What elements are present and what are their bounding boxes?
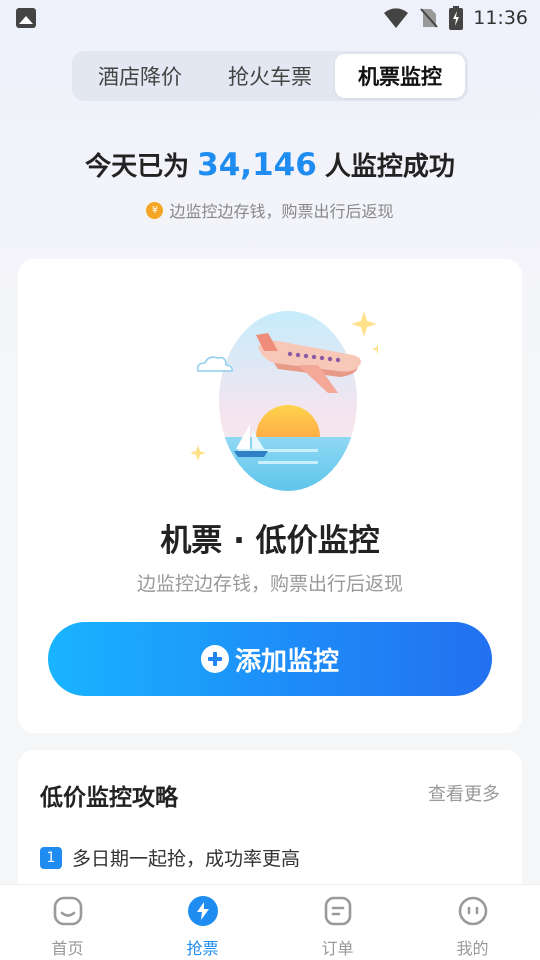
- tab-flight-monitor[interactable]: 机票监控: [335, 54, 465, 98]
- nav-orders[interactable]: 订单: [270, 885, 405, 960]
- bottom-nav: 首页 抢票 订单 我的: [0, 884, 540, 960]
- nav-grab-tickets[interactable]: 抢票: [135, 885, 270, 960]
- coin-icon: ¥: [146, 201, 164, 219]
- guide-title: 低价监控攻略: [40, 785, 178, 811]
- nav-grab-tickets-label: 抢票: [186, 939, 219, 958]
- battery-charging-icon: [449, 6, 464, 30]
- status-bar: 11:36: [0, 0, 540, 36]
- status-time: 11:36: [473, 7, 528, 29]
- nav-orders-label: 订单: [321, 939, 354, 958]
- guide-item: 1 多日期一起抢，成功率更高: [40, 844, 300, 871]
- lightning-icon: [187, 896, 218, 926]
- order-icon: [324, 896, 351, 926]
- wifi-icon: [384, 8, 409, 28]
- home-face-icon: [53, 896, 82, 926]
- nav-home-label: 首页: [51, 939, 84, 958]
- sparkle-icon: [190, 445, 206, 461]
- flight-monitor-card: 机票 · 低价监控 边监控边存钱，购票出行后返现 添加监控: [18, 259, 522, 733]
- success-count: 34,146: [197, 147, 317, 183]
- headline-suffix: 人监控成功: [324, 152, 455, 182]
- card-subtitle: 边监控边存钱，购票出行后返现: [136, 573, 403, 595]
- headline-prefix: 今天已为: [85, 152, 190, 182]
- image-notification-icon: [16, 8, 36, 28]
- status-icons: 11:36: [383, 6, 528, 30]
- view-more-link[interactable]: 查看更多: [428, 780, 500, 806]
- profile-face-icon: [458, 896, 487, 926]
- sparkle-icon: [372, 343, 378, 355]
- sparkle-icon: [351, 311, 377, 337]
- airplane-sunset-illustration: [190, 311, 378, 491]
- card-title: 机票 · 低价监控: [160, 523, 380, 559]
- subline-text: 边监控边存钱，购票出行后返现: [169, 202, 394, 221]
- no-sim-icon: [420, 8, 438, 28]
- nav-profile[interactable]: 我的: [405, 885, 540, 960]
- nav-profile-label: 我的: [456, 939, 489, 958]
- guide-item-text: 多日期一起抢，成功率更高: [72, 848, 301, 870]
- add-monitor-label: 添加监控: [234, 646, 339, 677]
- tab-train-tickets[interactable]: 抢火车票: [205, 54, 335, 98]
- plus-circle-icon: [200, 645, 229, 673]
- guide-item-number: 1: [40, 846, 62, 869]
- tab-hotel-price-drop[interactable]: 酒店降价: [75, 54, 205, 98]
- add-monitor-button[interactable]: 添加监控: [48, 622, 492, 696]
- nav-home[interactable]: 首页: [0, 885, 135, 960]
- cashback-subline: ¥ 边监控边存钱，购票出行后返现: [0, 198, 540, 222]
- success-headline: 今天已为 34,146 人监控成功: [0, 146, 540, 183]
- category-tabs: 酒店降价 抢火车票 机票监控: [72, 51, 468, 101]
